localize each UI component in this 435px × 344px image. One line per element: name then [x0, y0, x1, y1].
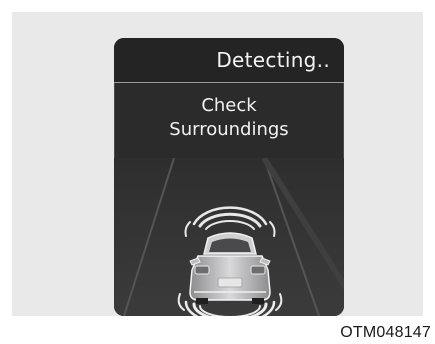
- figure-code: OTM048147: [340, 324, 431, 341]
- cluster-display: Detecting.. Check Surroundings: [114, 38, 344, 316]
- message-line-2: Surroundings: [169, 119, 289, 140]
- road-scene: [114, 158, 344, 316]
- warning-message: Check Surroundings: [114, 94, 344, 142]
- status-text: Detecting..: [216, 48, 330, 72]
- message-line-1: Check: [201, 95, 257, 116]
- status-bar: Detecting..: [114, 38, 344, 83]
